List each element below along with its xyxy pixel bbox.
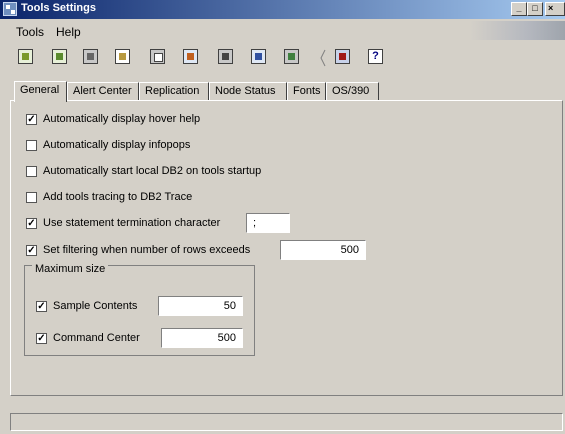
status-bar (10, 413, 563, 431)
toolbar: ? (0, 42, 565, 72)
menu-bar: Tools Help (0, 21, 565, 40)
open-icon[interactable] (18, 49, 33, 64)
row-filter-input[interactable]: 500 (280, 240, 366, 260)
app-icon (3, 2, 17, 16)
row-filter-label: Set filtering when number of rows exceed… (43, 244, 251, 256)
hover-help-checkbox[interactable] (26, 114, 37, 125)
start-db2-checkbox[interactable] (26, 166, 37, 177)
tab-general[interactable]: General (14, 81, 67, 102)
maximize-button[interactable]: □ (527, 2, 543, 16)
infopops-label: Automatically display infopops (43, 139, 191, 151)
menu-tools[interactable]: Tools (16, 25, 44, 39)
termination-char-input[interactable]: ; (246, 213, 290, 233)
maximum-size-title: Maximum size (32, 264, 109, 275)
tab-os390[interactable]: OS/390 (326, 82, 379, 101)
sample-contents-label: Sample Contents (53, 300, 138, 312)
document-icon[interactable] (150, 49, 165, 64)
toolbar-separator (320, 49, 326, 67)
tab-alert-center[interactable]: Alert Center (67, 82, 139, 101)
termination-char-checkbox[interactable] (26, 218, 37, 229)
infopops-checkbox[interactable] (26, 140, 37, 151)
tab-replication[interactable]: Replication (139, 82, 209, 101)
window-icon[interactable] (251, 49, 266, 64)
start-db2-label: Automatically start local DB2 on tools s… (43, 165, 262, 177)
maximize-icon: □ (532, 3, 538, 13)
image-icon[interactable] (183, 49, 198, 64)
tools-tracing-label: Add tools tracing to DB2 Trace (43, 191, 193, 203)
window-title: Tools Settings (21, 2, 96, 14)
command-center-label: Command Center (53, 332, 140, 344)
tools-settings-window: Tools Settings _ □ × Tools Help ? Genera… (0, 0, 565, 434)
tools-tracing-checkbox[interactable] (26, 192, 37, 203)
command-center-checkbox[interactable] (36, 333, 47, 344)
refresh-icon[interactable] (52, 49, 67, 64)
book-icon[interactable] (335, 49, 350, 64)
menu-help[interactable]: Help (56, 25, 81, 39)
row-filter-checkbox[interactable] (26, 245, 37, 256)
copy-icon[interactable] (83, 49, 98, 64)
close-button[interactable]: × (545, 2, 565, 16)
settings-icon[interactable] (115, 49, 130, 64)
sample-contents-input[interactable]: 50 (158, 296, 243, 316)
gear-icon[interactable] (284, 49, 299, 64)
close-icon: × (548, 3, 554, 13)
tab-fonts[interactable]: Fonts (287, 82, 326, 101)
help-icon[interactable]: ? (368, 49, 383, 64)
minimize-button[interactable]: _ (511, 2, 527, 16)
logo-graphic (470, 21, 565, 40)
title-bar: Tools Settings _ □ × (0, 0, 565, 19)
hover-help-label: Automatically display hover help (43, 113, 201, 125)
list-icon[interactable] (218, 49, 233, 64)
sample-contents-checkbox[interactable] (36, 301, 47, 312)
command-center-input[interactable]: 500 (161, 328, 243, 348)
tab-node-status[interactable]: Node Status (209, 82, 287, 101)
minimize-icon: _ (516, 3, 522, 13)
termination-char-label: Use statement termination character (43, 217, 221, 229)
